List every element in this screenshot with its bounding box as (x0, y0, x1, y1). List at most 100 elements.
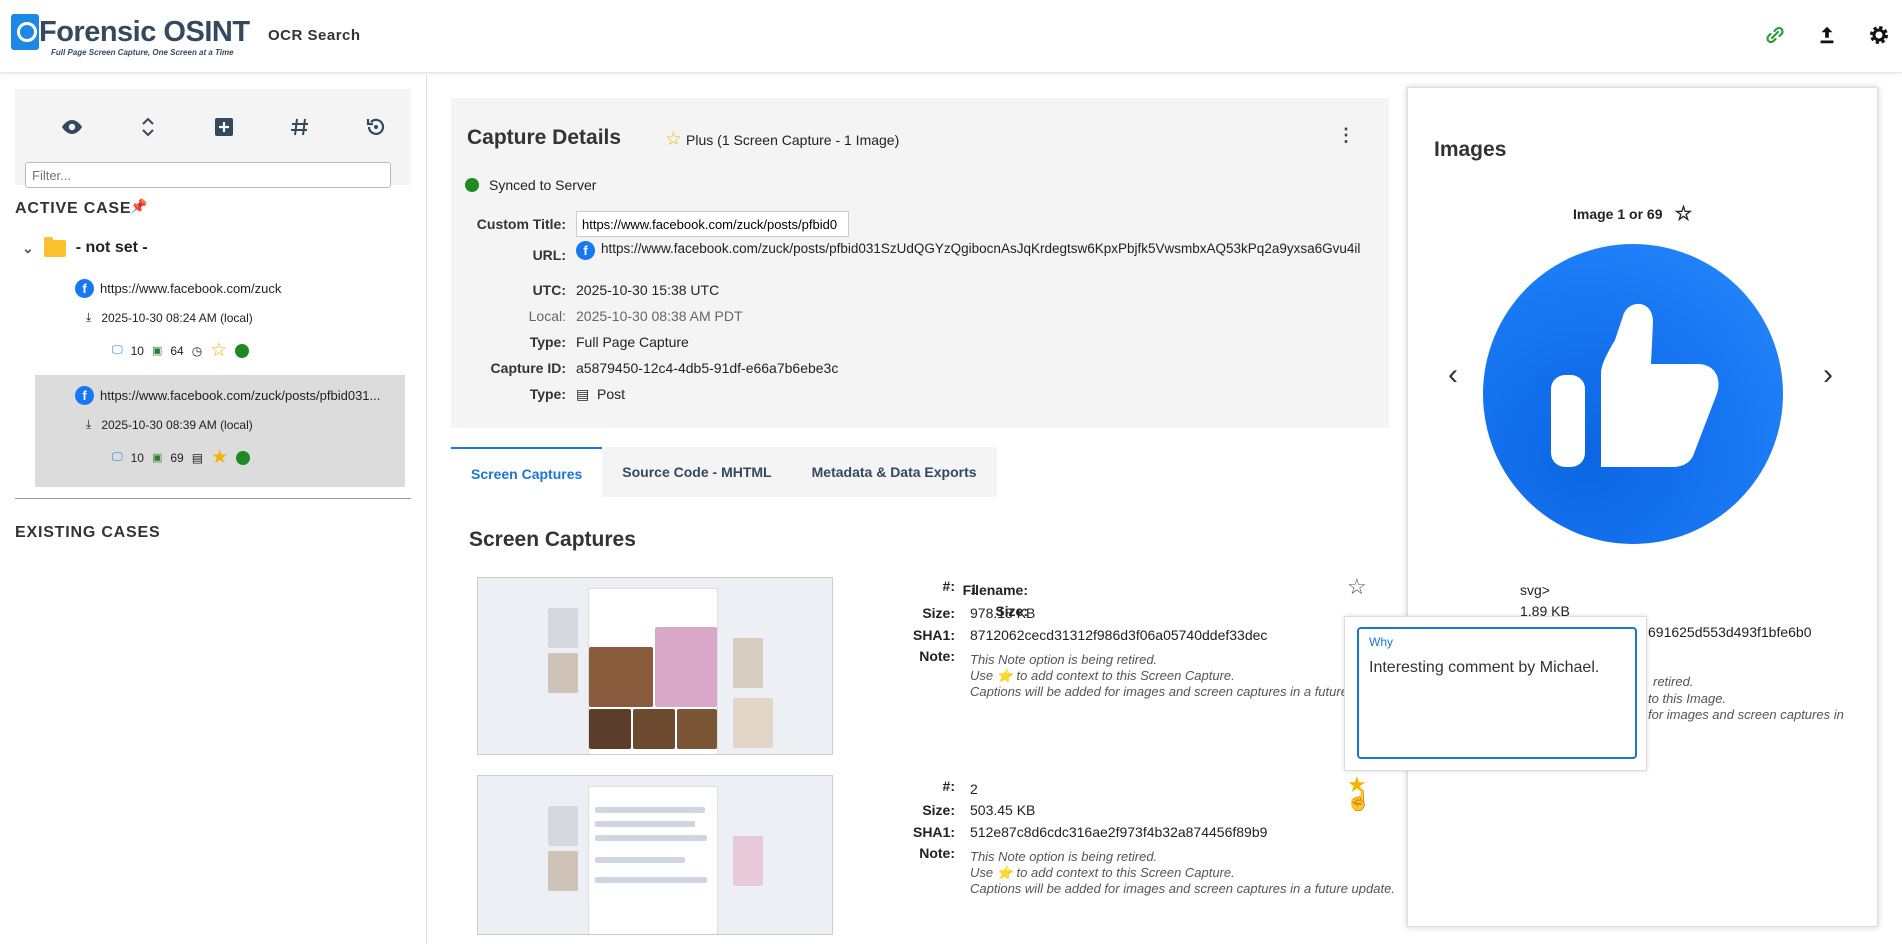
chevron-right-icon[interactable]: › (1823, 358, 1833, 392)
sidebar-divider (15, 498, 411, 499)
image-note-partial: retired. (1653, 674, 1694, 689)
capture-url: https://www.facebook.com/zuck (100, 281, 282, 296)
note-line: This Note option is being retired. (970, 849, 1158, 864)
download-icon: ⤓ (86, 417, 92, 431)
synced-status-dot (235, 343, 250, 358)
filename-label: Filename: (962, 582, 1028, 598)
screen-captures-title: Screen Captures (469, 528, 636, 551)
brand-name: Forensic OSINT (39, 16, 250, 48)
custom-title-input[interactable] (576, 211, 849, 237)
why-note-popover: Why Interesting comment by Michael. (1344, 616, 1647, 771)
sync-text: Synced to Server (489, 177, 597, 193)
add-case-icon[interactable] (212, 115, 236, 139)
case-folder[interactable]: ⌄ - not set - (22, 236, 148, 257)
why-value[interactable]: Interesting comment by Michael. (1369, 659, 1599, 677)
note-label: Note: (919, 648, 955, 664)
active-case-title: ACTIVE CASE (15, 200, 132, 217)
expand-collapse-icon[interactable] (136, 115, 160, 139)
image-note-partial: for images and screen captures in (1648, 707, 1844, 722)
images-count: 69 (170, 450, 184, 465)
upload-icon[interactable] (1814, 22, 1840, 48)
top-bar: Forensic OSINT Full Page Screen Capture,… (0, 0, 1902, 73)
capture-id-value: a5879450-12c4-4db5-91df-e66a7b6ebe3c (576, 360, 839, 376)
capture-number: 2 (970, 781, 978, 797)
image-counter-text: Image 1 or 69 (1573, 205, 1663, 222)
case-name: - not set - (75, 239, 148, 256)
star-outline-icon[interactable]: ☆ (1675, 201, 1693, 226)
url-value[interactable]: https://www.facebook.com/zuck/posts/pfbi… (601, 241, 1360, 260)
ocr-search-link[interactable]: OCR Search (268, 27, 361, 44)
capture-date: 2025-10-30 08:24 AM (local) (101, 310, 253, 325)
star-icon: ☆ (665, 129, 683, 150)
sidebar-toolbar (15, 89, 411, 188)
image-note-partial: to this Image. (1648, 691, 1727, 706)
plan-text: Plus (1 Screen Capture - 1 Image) (686, 131, 900, 148)
image-icon: ▣ (151, 345, 163, 357)
monitor-icon: 🖵 (112, 344, 123, 356)
brand-tagline: Full Page Screen Capture, One Screen at … (51, 48, 234, 57)
screens-count: 10 (130, 450, 144, 465)
note-line: Use ⭐ to add context to this Screen Capt… (970, 865, 1235, 880)
post-icon: ▤ (576, 386, 598, 402)
filter-input[interactable] (25, 162, 391, 188)
capture-list-item[interactable]: f https://www.facebook.com/zuck ⤓ 2025-10-… (35, 268, 405, 380)
why-label: Why (1369, 635, 1393, 649)
hashtag-icon[interactable] (288, 115, 312, 139)
more-options-icon[interactable]: ⋮ (1337, 125, 1355, 146)
facebook-icon: f (75, 386, 94, 405)
utc-label: UTC: (532, 282, 566, 298)
facebook-icon: f (576, 241, 595, 260)
capture-sha1: 8712062cecd31312f986d3f06a05740ddef33dec (970, 627, 1268, 643)
download-icon: ⤓ (86, 310, 92, 324)
tab-bar: Screen Captures Source Code - MHTML Meta… (451, 447, 997, 497)
local-label: Local: (528, 308, 566, 324)
synced-status-dot (465, 178, 479, 192)
app-logo[interactable]: Forensic OSINT Full Page Screen Capture,… (11, 10, 250, 60)
capture-date: 2025-10-30 08:39 AM (local) (101, 417, 253, 432)
gear-icon[interactable] (1866, 22, 1892, 48)
note-line: Captions will be added for images and sc… (970, 881, 1395, 896)
post-type-text: Post (597, 386, 626, 402)
facebook-icon: f (75, 279, 94, 298)
image-sha1-partial: 691625d553d493f1bfe6b0 (1648, 624, 1812, 640)
utc-value: 2025-10-30 15:38 UTC (576, 282, 720, 298)
local-value: 2025-10-30 08:38 AM PDT (576, 308, 743, 324)
star-filled-icon[interactable]: ★ (211, 446, 228, 469)
logo-mark (11, 14, 39, 50)
plan-badge: ☆ Plus (1 Screen Capture - 1 Image) (665, 128, 899, 151)
chevron-left-icon[interactable]: ‹ (1448, 358, 1458, 392)
link-icon[interactable] (1762, 22, 1788, 48)
star-outline-icon[interactable]: ☆ (210, 339, 227, 362)
pin-icon[interactable]: 📌 (130, 198, 147, 215)
capture-details-card: Capture Details ☆ Plus (1 Screen Capture … (451, 98, 1389, 428)
restore-icon[interactable] (364, 115, 388, 139)
images-count: 64 (170, 343, 184, 358)
sync-status: Synced to Server (465, 177, 596, 193)
star-outline-icon[interactable]: ☆ (1347, 574, 1367, 600)
tab-metadata-exports[interactable]: Metadata & Data Exports (792, 447, 997, 497)
capture-details-title: Capture Details (467, 126, 622, 149)
chevron-down-icon[interactable]: ⌄ (22, 240, 34, 257)
screen-capture-thumbnail[interactable] (477, 775, 833, 935)
thumbnail-post-column (588, 786, 718, 934)
type-value: Full Page Capture (576, 334, 689, 350)
note-label: Note: (919, 845, 955, 861)
tab-source-code[interactable]: Source Code - MHTML (602, 447, 791, 497)
capture-list-item-selected[interactable]: f https://www.facebook.com/zuck/posts/pfb… (35, 375, 405, 487)
clock-icon: ◷ (191, 343, 203, 358)
images-title: Images (1434, 138, 1507, 161)
tab-screen-captures[interactable]: Screen Captures (451, 447, 603, 497)
eye-icon[interactable] (60, 115, 84, 139)
existing-cases-title[interactable]: EXISTING CASES (15, 524, 160, 542)
post-type-value: ▤ Post (576, 386, 625, 403)
capture-url: https://www.facebook.com/zuck/posts/pfbi… (100, 388, 381, 403)
num-label: #: (942, 778, 955, 794)
sha1-label: SHA1: (912, 627, 955, 643)
screens-count: 10 (130, 343, 144, 358)
why-textarea[interactable]: Why Interesting comment by Michael. (1357, 627, 1637, 759)
thumbnail-post-column (588, 588, 718, 754)
like-image-preview (1483, 244, 1783, 544)
sidebar: ACTIVE CASE 📌 ⌄ - not set - f https://www… (0, 74, 427, 944)
screen-capture-thumbnail[interactable] (477, 577, 833, 755)
size-label: Size: (922, 605, 955, 621)
